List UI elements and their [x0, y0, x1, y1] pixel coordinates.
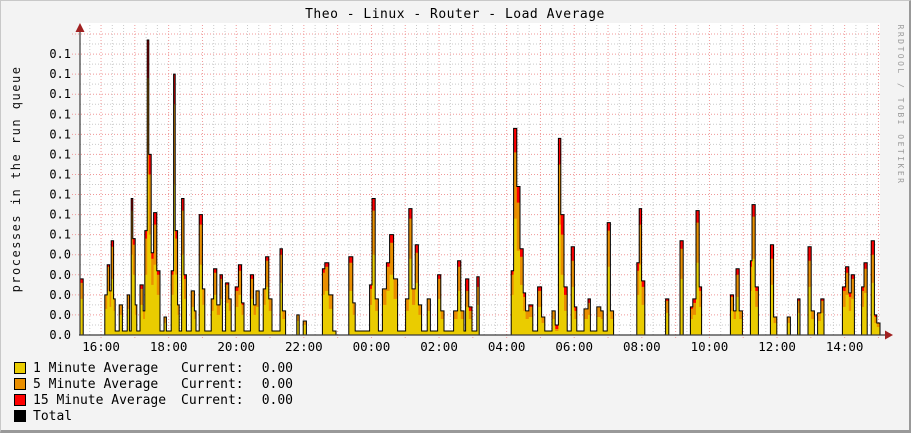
y-axis-label: processes in the run queue — [9, 65, 23, 293]
y-tick-label: 0.0 — [49, 308, 71, 322]
y-tick-label: 0.1 — [49, 188, 71, 202]
x-tick-label: 10:00 — [691, 339, 729, 354]
legend-current-value: 0.00 — [261, 376, 293, 392]
y-tick-label: 0.1 — [49, 167, 71, 181]
legend-row-15min: 15 Minute Average Current: 0.00 — [14, 392, 293, 408]
rrdtool-watermark: RRDTOOL / TOBI OETIKER — [896, 24, 905, 186]
y-tick-label: 0.0 — [49, 268, 71, 282]
y-tick-label: 0.0 — [49, 328, 71, 342]
orange-square-icon — [14, 378, 26, 390]
y-tick-label: 0.1 — [49, 127, 71, 141]
legend-row-5min: 5 Minute Average Current: 0.00 — [14, 376, 293, 392]
x-tick-label: 08:00 — [623, 339, 661, 354]
legend-row-total: Total — [14, 408, 293, 424]
x-tick-label: 22:00 — [285, 339, 323, 354]
black-square-icon — [14, 410, 26, 422]
x-tick-label: 04:00 — [488, 339, 526, 354]
yellow-square-icon — [14, 362, 26, 374]
x-tick-label: 14:00 — [826, 339, 864, 354]
y-tick-label: 0.1 — [49, 107, 71, 121]
y-tick-label: 0.1 — [49, 67, 71, 81]
legend-current-value: 0.00 — [261, 360, 293, 376]
y-tick-label: 0.1 — [49, 87, 71, 101]
x-tick-label: 00:00 — [353, 339, 391, 354]
legend-label: Total — [33, 408, 73, 424]
y-tick-label: 0.1 — [49, 208, 71, 222]
y-tick-label: 0.0 — [49, 288, 71, 302]
legend-label: 15 Minute Average — [33, 392, 167, 408]
legend-label: 5 Minute Average — [33, 376, 159, 392]
x-tick-label: 06:00 — [555, 339, 593, 354]
x-tick-label: 12:00 — [758, 339, 796, 354]
y-tick-label: 0.1 — [49, 228, 71, 242]
graph-title: Theo - Linux - Router - Load Average — [305, 7, 605, 22]
red-square-icon — [14, 394, 26, 406]
legend-current-label: Current: — [181, 360, 244, 376]
x-tick-label: 02:00 — [420, 339, 458, 354]
legend-row-1min: 1 Minute Average Current: 0.00 — [14, 360, 293, 376]
y-tick-label: 0.0 — [49, 248, 71, 262]
legend-label: 1 Minute Average — [33, 360, 159, 376]
legend: 1 Minute Average Current: 0.00 5 Minute … — [14, 360, 293, 424]
legend-current-label: Current: — [181, 392, 244, 408]
legend-current-label: Current: — [181, 376, 244, 392]
y-tick-label: 0.1 — [49, 147, 71, 161]
x-tick-label: 20:00 — [217, 339, 255, 354]
x-tick-label: 18:00 — [150, 339, 188, 354]
x-tick-label: 16:00 — [82, 339, 120, 354]
y-tick-label: 0.1 — [49, 47, 71, 61]
x-axis-arrow-icon — [885, 330, 893, 340]
rrdtool-load-average-graph: 0.0 0.0 0.0 0.0 0.0 0.1 0.1 0.1 0.1 0.1 0.1 0.1 0.1 0… — [0, 0, 911, 433]
legend-current-value: 0.00 — [261, 392, 293, 408]
